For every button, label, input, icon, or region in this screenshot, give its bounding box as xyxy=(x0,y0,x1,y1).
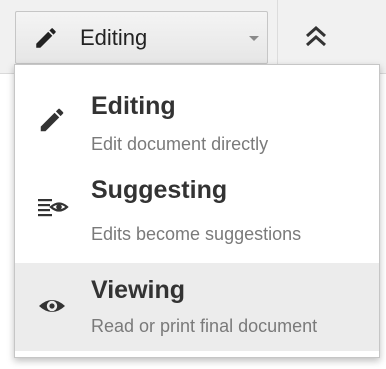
menu-item-title: Editing xyxy=(91,92,176,120)
menu-item-viewing[interactable]: Viewing Read or print final document xyxy=(15,263,379,351)
menu-item-description: Edits become suggestions xyxy=(91,224,302,244)
menu-item-title: Suggesting xyxy=(91,176,228,204)
mode-button-label: Editing xyxy=(80,25,148,50)
toolbar: Editing xyxy=(0,0,386,74)
menu-item-description: Edit document directly xyxy=(91,134,269,154)
mode-dropdown-button[interactable]: Editing xyxy=(15,11,268,64)
chevron-down-icon xyxy=(249,36,259,41)
menu-item-suggesting[interactable]: Suggesting Edits become suggestions xyxy=(15,163,379,251)
pencil-icon xyxy=(36,28,56,48)
double-chevron-up-icon xyxy=(306,25,326,47)
eye-icon xyxy=(39,300,65,312)
menu-item-editing[interactable]: Editing Edit document directly xyxy=(15,75,379,163)
toolbar-divider xyxy=(277,0,278,74)
menu-item-description: Read or print final document xyxy=(91,316,318,336)
collapse-toolbar-button[interactable] xyxy=(290,11,342,63)
mode-menu: Editing Edit document directly Suggestin… xyxy=(14,64,380,358)
pencil-icon xyxy=(40,108,64,132)
menu-item-title: Viewing xyxy=(91,276,186,304)
suggest-edit-icon xyxy=(38,199,69,217)
